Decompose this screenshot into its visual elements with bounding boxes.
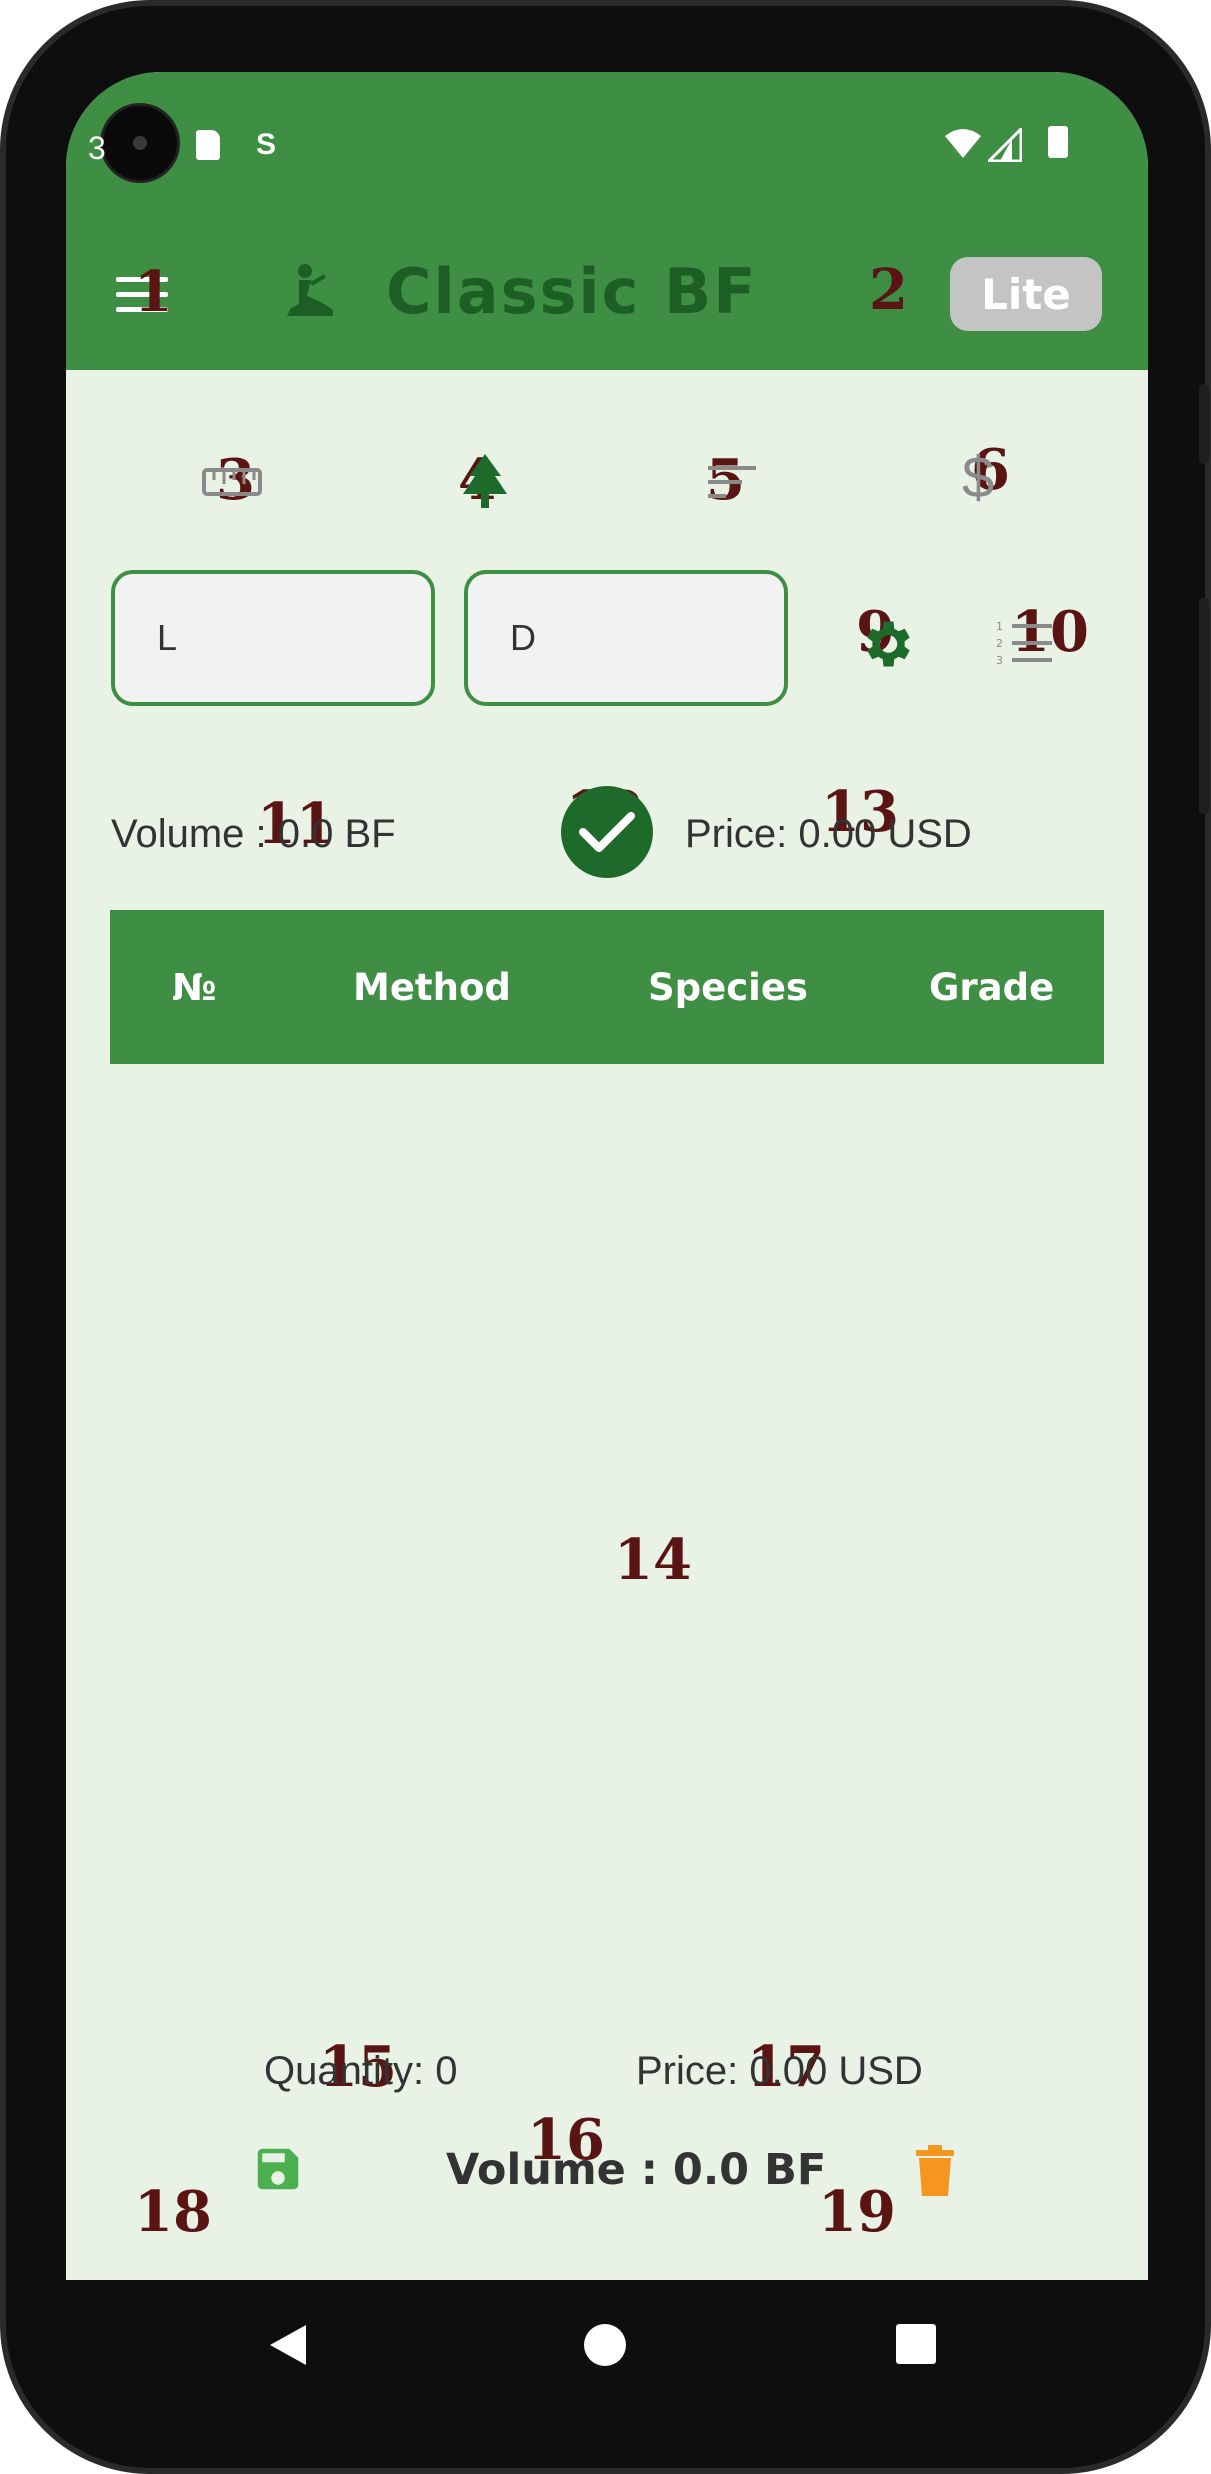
svg-text:3: 3	[996, 654, 1003, 667]
length-input[interactable]: L	[111, 570, 435, 706]
recents-icon[interactable]	[896, 2324, 936, 2364]
trash-icon[interactable]	[914, 2144, 956, 2198]
volume-button	[1199, 598, 1209, 814]
annotation-2: 2	[869, 257, 908, 323]
svg-text:1: 1	[996, 620, 1003, 633]
gear-icon[interactable]	[856, 614, 916, 674]
column-header-method[interactable]: Method	[353, 966, 511, 1009]
column-header-grade[interactable]: Grade	[929, 966, 1054, 1009]
phone-frame: 3 S Classic BF Lite 1 2 3	[0, 0, 1211, 2474]
column-header-number[interactable]: №	[172, 966, 217, 1009]
check-icon	[579, 812, 635, 852]
ruler-icon[interactable]	[202, 464, 262, 500]
footer-volume: Volume : 0.0 BF	[446, 2145, 827, 2195]
power-button	[1199, 384, 1209, 464]
lite-button[interactable]: Lite	[950, 257, 1102, 331]
column-header-species[interactable]: Species	[648, 966, 808, 1009]
footer-price: Price: 0.00 USD	[636, 2049, 923, 2093]
back-icon[interactable]	[268, 2323, 308, 2367]
system-nav-bar	[6, 2280, 1211, 2430]
annotation-18: 18	[134, 2179, 212, 2245]
status-digit: 3	[88, 130, 106, 166]
table-body[interactable]	[110, 1064, 1104, 1964]
logger-logo-icon	[287, 264, 333, 316]
numbered-list-icon[interactable]: 1 2 3	[994, 618, 1054, 668]
tree-icon[interactable]	[459, 452, 511, 512]
wifi-icon	[945, 129, 981, 158]
annotation-1: 1	[134, 259, 173, 325]
dollar-icon[interactable]: $	[962, 444, 994, 511]
home-icon[interactable]	[584, 2324, 626, 2366]
svg-text:2: 2	[996, 637, 1003, 650]
footer-quantity: Quantity: 0	[264, 2049, 458, 2093]
price-summary: Price: 0.00 USD	[685, 812, 972, 856]
front-camera	[100, 103, 180, 183]
confirm-button[interactable]	[561, 786, 653, 878]
sd-card-icon	[196, 130, 220, 160]
signal-icon	[988, 128, 1022, 162]
app-bar: 3 S Classic BF Lite	[66, 72, 1148, 370]
app-screen: 3 S Classic BF Lite 1 2 3	[66, 72, 1148, 2280]
table-header: № Method Species Grade	[110, 910, 1104, 1064]
diameter-input[interactable]: D	[464, 570, 788, 706]
annotation-19: 19	[818, 2179, 896, 2245]
save-icon[interactable]	[251, 2142, 305, 2196]
battery-icon	[1048, 126, 1068, 158]
app-title: Classic BF	[386, 255, 758, 328]
sort-icon[interactable]	[706, 462, 758, 502]
sync-s-icon: S	[256, 128, 277, 161]
volume-summary: Volume : 0.0 BF	[111, 812, 396, 856]
